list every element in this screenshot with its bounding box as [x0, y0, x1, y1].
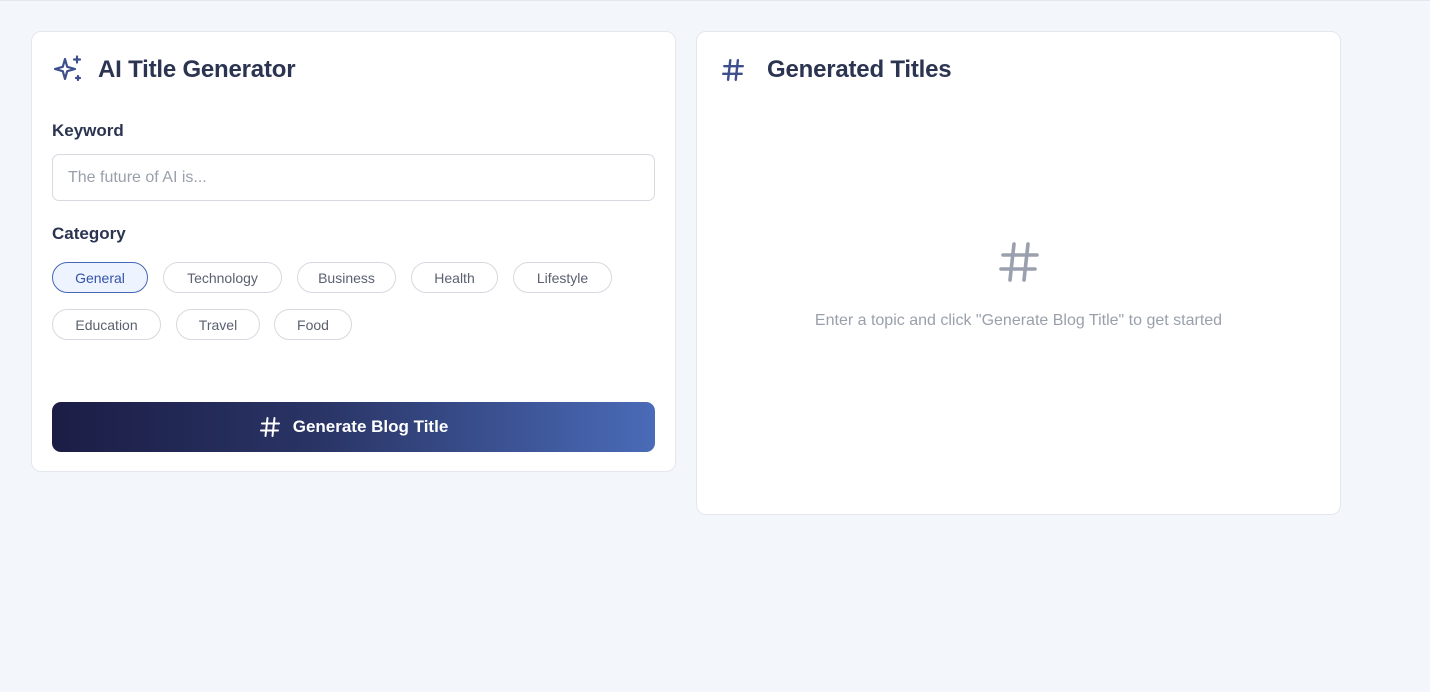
hash-icon — [259, 416, 281, 438]
generator-header: AI Title Generator — [52, 54, 296, 86]
category-chip-business[interactable]: Business — [297, 262, 396, 293]
hash-icon — [997, 240, 1041, 284]
hash-icon — [717, 54, 749, 86]
generated-titles-card: Generated Titles Enter a topic and click… — [696, 31, 1341, 515]
keyword-input[interactable] — [52, 154, 655, 201]
empty-state-message: Enter a topic and click "Generate Blog T… — [814, 312, 1223, 329]
category-chip-food[interactable]: Food — [274, 309, 352, 340]
title-generator-card: AI Title Generator Keyword Category Gene… — [31, 31, 676, 472]
results-header: Generated Titles — [717, 54, 952, 86]
generator-title: AI Title Generator — [98, 56, 296, 83]
category-chip-travel[interactable]: Travel — [176, 309, 260, 340]
category-chip-general[interactable]: General — [52, 262, 148, 293]
empty-state: Enter a topic and click "Generate Blog T… — [697, 240, 1340, 330]
keyword-label: Keyword — [52, 121, 124, 140]
category-chip-lifestyle[interactable]: Lifestyle — [513, 262, 612, 293]
sparkles-icon — [52, 54, 84, 86]
category-chip-education[interactable]: Education — [52, 309, 161, 340]
generate-blog-title-button[interactable]: Generate Blog Title — [52, 402, 655, 452]
category-chip-technology[interactable]: Technology — [163, 262, 282, 293]
category-label: Category — [52, 224, 126, 243]
generate-button-label: Generate Blog Title — [292, 417, 449, 436]
results-title: Generated Titles — [767, 56, 952, 83]
category-chip-health[interactable]: Health — [411, 262, 498, 293]
